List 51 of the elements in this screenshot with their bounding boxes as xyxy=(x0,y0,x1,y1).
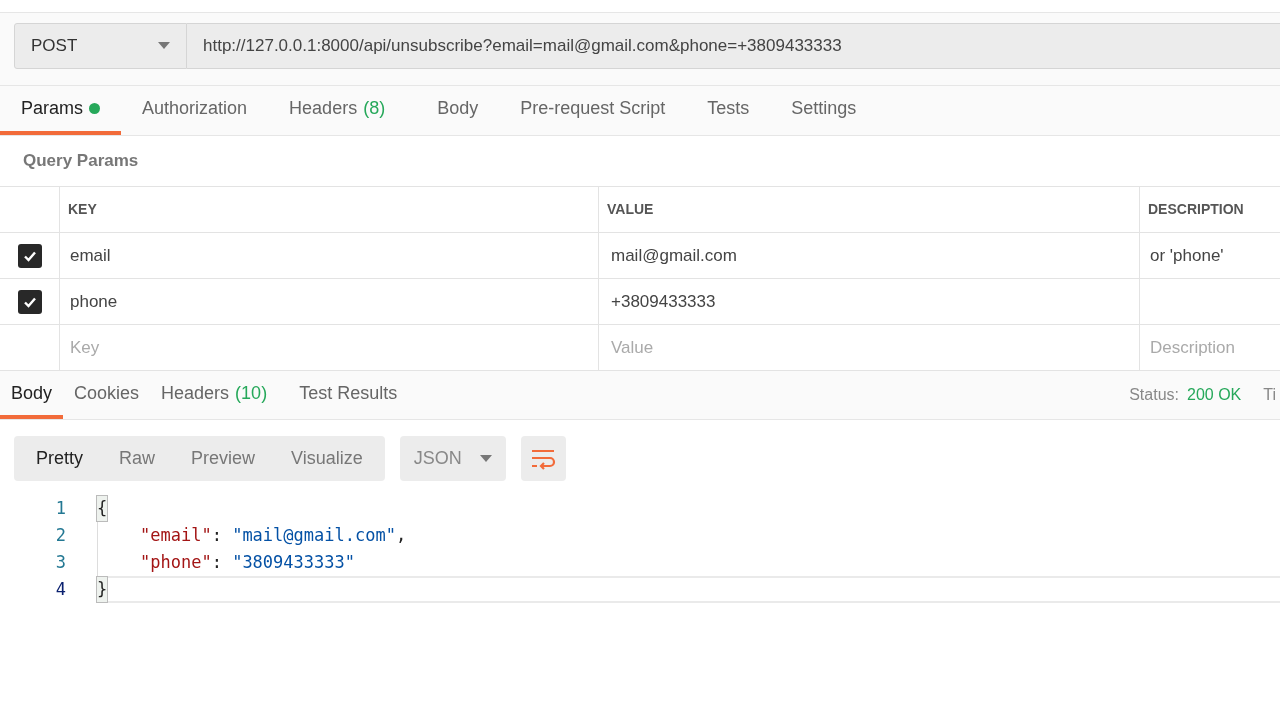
json-punctuation: , xyxy=(395,523,407,547)
view-mode-tab[interactable]: Visualize xyxy=(277,440,377,477)
request-tab[interactable]: Tests xyxy=(686,86,771,135)
json-punctuation: } xyxy=(97,576,108,603)
column-header: VALUE xyxy=(599,187,1140,233)
request-tab[interactable]: Body xyxy=(416,86,500,135)
header-count: (10) xyxy=(235,381,268,405)
table-cell: +3809433333 xyxy=(599,279,1140,325)
status-label: Status: xyxy=(1129,385,1179,405)
response-tab[interactable]: Cookies xyxy=(63,371,151,419)
section-title: Query Params xyxy=(22,150,140,173)
table-cell: phone xyxy=(60,279,599,325)
description-input[interactable]: Description xyxy=(1140,325,1280,371)
checkbox[interactable] xyxy=(17,289,42,314)
checkbox[interactable] xyxy=(17,243,42,268)
line-number: 4 xyxy=(54,577,66,601)
header-count: (8) xyxy=(363,97,386,120)
view-mode-tab[interactable]: Preview xyxy=(177,440,270,477)
json-punctuation: : xyxy=(211,550,223,574)
json-string: "mail@gmail.com" xyxy=(232,523,396,547)
column-header: KEY xyxy=(60,187,599,233)
caret-icon xyxy=(158,42,170,50)
json-key: "phone" xyxy=(140,549,212,576)
url-field[interactable]: http://127.0.0.1:8000/api/unsubscribe?email=mail@gmail.com&phone=+3809433333 xyxy=(187,23,1280,69)
response-tab[interactable]: Test Results xyxy=(288,371,409,419)
json-key: "email" xyxy=(140,522,212,549)
method-select[interactable]: POST xyxy=(14,23,187,69)
time-label: Ti xyxy=(1263,385,1276,405)
request-tab[interactable]: Params xyxy=(0,86,121,135)
json-punctuation: : xyxy=(211,523,223,547)
request-tab[interactable]: Pre-request Script xyxy=(499,86,687,135)
response-tab[interactable]: Body xyxy=(0,371,64,419)
wrap-lines-icon xyxy=(530,447,557,470)
line-number: 3 xyxy=(54,550,66,574)
table-cell: email xyxy=(60,233,599,279)
request-tab[interactable]: Headers (8) xyxy=(268,86,407,135)
table-cell: or 'phone' xyxy=(1140,233,1280,279)
status-value: 200 OK xyxy=(1187,385,1242,405)
response-tab[interactable]: Headers (10) xyxy=(150,371,279,419)
request-tab[interactable]: Authorization xyxy=(121,86,269,135)
line-number: 1 xyxy=(54,496,66,520)
json-punctuation: { xyxy=(97,495,108,522)
view-mode-tab[interactable]: Raw xyxy=(105,440,170,477)
format-select[interactable]: JSON xyxy=(399,436,506,481)
request-tab[interactable]: Settings xyxy=(770,86,878,135)
column-header: DESCRIPTION xyxy=(1140,187,1280,233)
wrap-button[interactable] xyxy=(520,436,566,481)
table-cell: mail@gmail.com xyxy=(599,233,1140,279)
line-number: 2 xyxy=(54,523,66,547)
json-string: "3809433333" xyxy=(232,550,355,574)
caret-icon xyxy=(479,454,492,463)
